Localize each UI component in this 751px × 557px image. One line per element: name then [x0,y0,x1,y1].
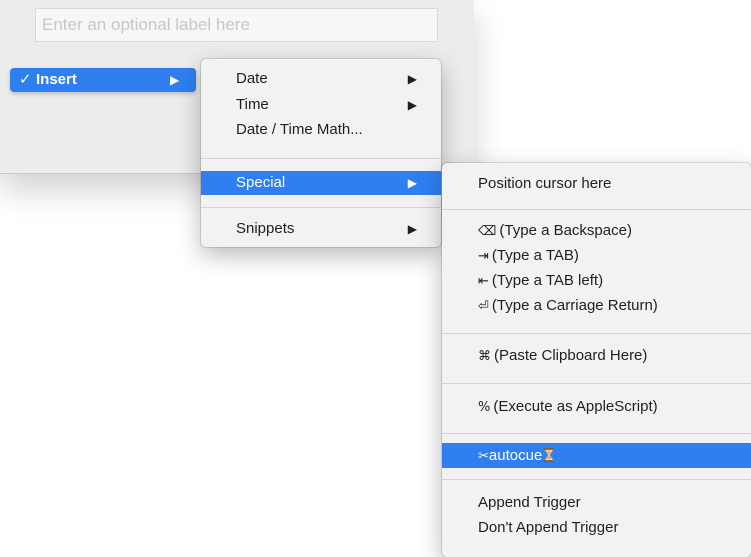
menu-item-autocue-label: autocue [488,447,543,464]
menu-item-type-tab-label: (Type a TAB) [491,247,579,264]
menu-item-execute-applescript[interactable]: % (Execute as AppleScript) [442,395,751,418]
menu-item-snippets-label: Snippets [236,220,295,237]
menu-separator [442,333,751,334]
tab-left-icon: ⇤ [478,274,489,289]
menu-item-snippets[interactable]: Snippets ▶ [201,218,441,240]
menu-item-insert-label: Insert [36,71,77,88]
menu-item-type-carriage-return-label: (Type a Carriage Return) [491,297,658,314]
menu-item-execute-applescript-label: (Execute as AppleScript) [493,398,658,415]
menu-item-time[interactable]: Time ▶ [201,94,441,116]
menu-item-dont-append-trigger-label: Don't Append Trigger [478,519,619,536]
menu-item-type-tab-left-label: (Type a TAB left) [491,272,604,289]
insert-submenu: Date ▶ Time ▶ Date / Time Math... Specia… [201,59,441,247]
menu-separator [442,433,751,434]
special-submenu: Position cursor here ⌫ (Type a Backspace)… [442,163,751,557]
backspace-icon: ⌫ [478,224,497,239]
menu-separator [442,209,751,210]
menu-item-autocue[interactable]: ✂autocue [442,443,751,468]
checkmark-icon: ✓ [19,71,32,88]
menu-item-type-tab-left[interactable]: ⇤ (Type a TAB left) [442,269,751,292]
label-field[interactable] [35,8,438,42]
menu-item-type-backspace-label: (Type a Backspace) [499,222,632,239]
menu-separator [201,158,441,159]
menu-item-date-time-math[interactable]: Date / Time Math... [201,119,441,141]
menu-separator [442,479,751,480]
submenu-arrow-icon: ▶ [407,72,417,86]
menu-item-time-label: Time [236,96,269,113]
menu-item-append-trigger-label: Append Trigger [478,494,581,511]
tab-icon: ⇥ [478,249,489,264]
submenu-arrow-icon: ▶ [407,98,417,112]
label-input[interactable] [42,15,431,35]
hourglass-icon [544,448,555,462]
menu-item-date-time-math-label: Date / Time Math... [236,121,363,138]
menu-item-paste-clipboard[interactable]: ⌘ (Paste Clipboard Here) [442,344,751,367]
menu-item-insert[interactable]: ✓ Insert ▶ [10,68,196,92]
menu-item-date[interactable]: Date ▶ [201,68,441,90]
menu-item-type-tab[interactable]: ⇥ (Type a TAB) [442,244,751,267]
menu-separator [442,383,751,384]
menu-item-type-backspace[interactable]: ⌫ (Type a Backspace) [442,219,751,242]
return-icon: ⏎ [478,299,489,314]
submenu-arrow-icon: ▶ [170,73,180,87]
menu-item-paste-clipboard-label: (Paste Clipboard Here) [494,347,648,364]
menu-item-dont-append-trigger[interactable]: Don't Append Trigger [442,516,751,539]
menu-item-position-cursor[interactable]: Position cursor here [442,172,751,195]
menu-item-append-trigger[interactable]: Append Trigger [442,491,751,514]
menu-item-type-carriage-return[interactable]: ⏎ (Type a Carriage Return) [442,294,751,317]
percent-icon: % [478,400,491,415]
command-icon: ⌘ [478,349,491,364]
submenu-arrow-icon: ▶ [407,176,417,190]
menu-separator [201,207,441,208]
menu-item-position-cursor-label: Position cursor here [478,175,612,192]
menu-item-special-label: Special [236,174,286,191]
menu-item-date-label: Date [236,70,268,87]
scissors-icon: ✂ [478,449,489,464]
menu-item-special[interactable]: Special ▶ [201,171,441,195]
submenu-arrow-icon: ▶ [407,222,417,236]
